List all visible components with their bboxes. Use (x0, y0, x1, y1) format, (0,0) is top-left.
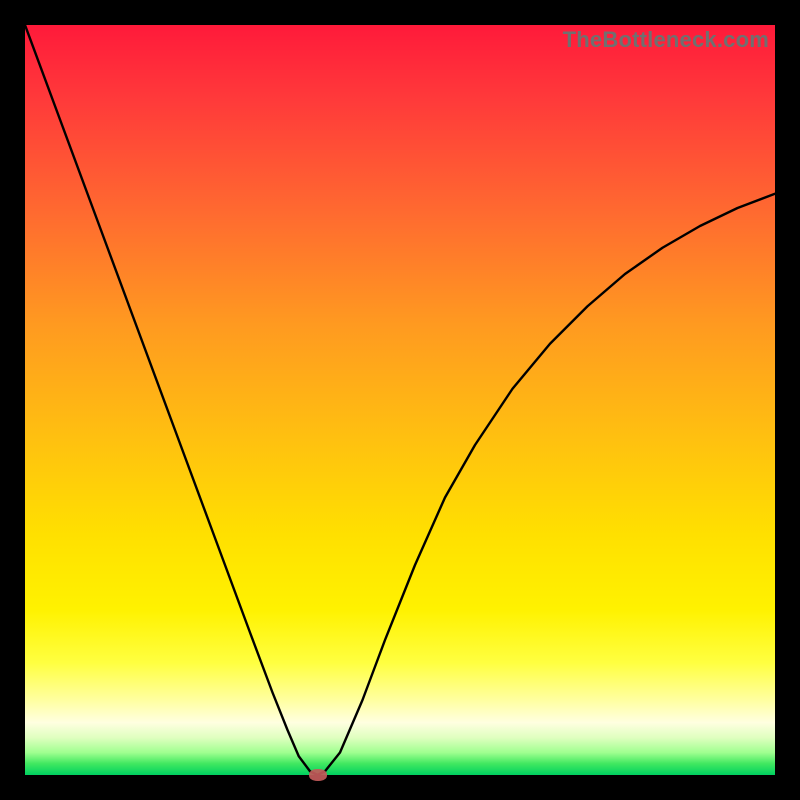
chart-frame: TheBottleneck.com (0, 0, 800, 800)
optimum-marker (309, 769, 327, 781)
bottleneck-curve-path (25, 25, 775, 775)
plot-area: TheBottleneck.com (25, 25, 775, 775)
attribution-text: TheBottleneck.com (563, 27, 769, 53)
curve-svg (25, 25, 775, 775)
